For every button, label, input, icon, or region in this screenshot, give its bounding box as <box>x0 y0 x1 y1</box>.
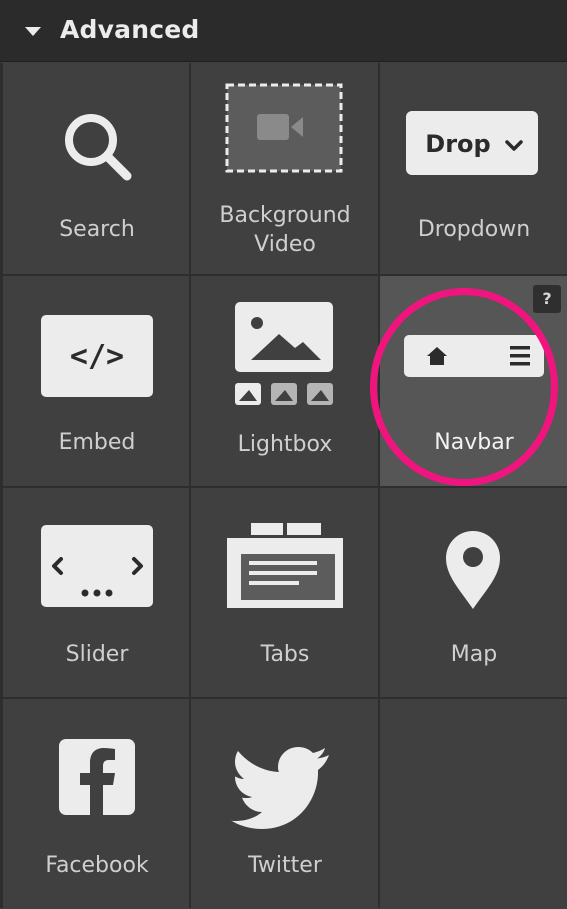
twitter-icon <box>191 699 379 849</box>
element-label: Lightbox <box>237 432 333 457</box>
tabs-icon <box>191 488 379 638</box>
section-title: Advanced <box>60 15 200 44</box>
element-label: Map <box>450 642 498 667</box>
element-label: Slider <box>65 642 129 667</box>
element-tile-dropdown[interactable]: Drop Dropdown <box>380 63 567 273</box>
element-label: Twitter <box>248 853 322 878</box>
element-label: Embed <box>58 430 136 455</box>
element-label: Tabs <box>260 642 310 667</box>
element-tile-embed[interactable]: </> Embed <box>3 276 191 486</box>
element-label: Navbar <box>434 430 514 455</box>
section-header[interactable]: Advanced <box>0 0 567 62</box>
element-tile-background-video[interactable]: Background Video <box>191 63 379 273</box>
map-pin-icon <box>380 488 567 638</box>
element-tile-facebook[interactable]: Facebook <box>3 699 191 909</box>
background-video-icon <box>191 63 379 213</box>
lightbox-icon <box>191 276 379 426</box>
element-label: Search <box>59 217 135 242</box>
element-tile-twitter[interactable]: Twitter <box>191 699 379 909</box>
embed-code-text: </> <box>70 339 124 374</box>
element-tile-search[interactable]: Search <box>3 63 191 273</box>
collapse-caret-icon[interactable] <box>25 27 41 36</box>
element-label-line: Background <box>219 203 351 228</box>
dropdown-button-text: Drop <box>425 130 490 158</box>
element-label-line: Video <box>254 232 316 257</box>
facebook-icon <box>3 699 191 849</box>
element-tile-lightbox[interactable]: Lightbox <box>191 276 379 486</box>
embed-code-icon: </> <box>3 276 191 426</box>
element-label: Facebook <box>45 853 149 878</box>
advanced-elements-panel: Advanced Search Background Video Drop Dr… <box>0 0 567 908</box>
element-label: Dropdown <box>417 217 531 242</box>
elements-grid: Search Background Video Drop Dropdown </… <box>0 63 567 908</box>
element-label: Background Video <box>191 201 379 259</box>
slider-icon <box>3 488 191 638</box>
dropdown-icon: Drop <box>380 63 567 213</box>
element-tile-navbar[interactable]: ? Navbar <box>380 276 567 486</box>
element-tile-slider[interactable]: Slider <box>3 488 191 698</box>
navbar-icon <box>380 276 567 426</box>
element-tile-map[interactable]: Map <box>380 488 567 698</box>
search-icon <box>3 63 191 213</box>
element-tile-tabs[interactable]: Tabs <box>191 488 379 698</box>
